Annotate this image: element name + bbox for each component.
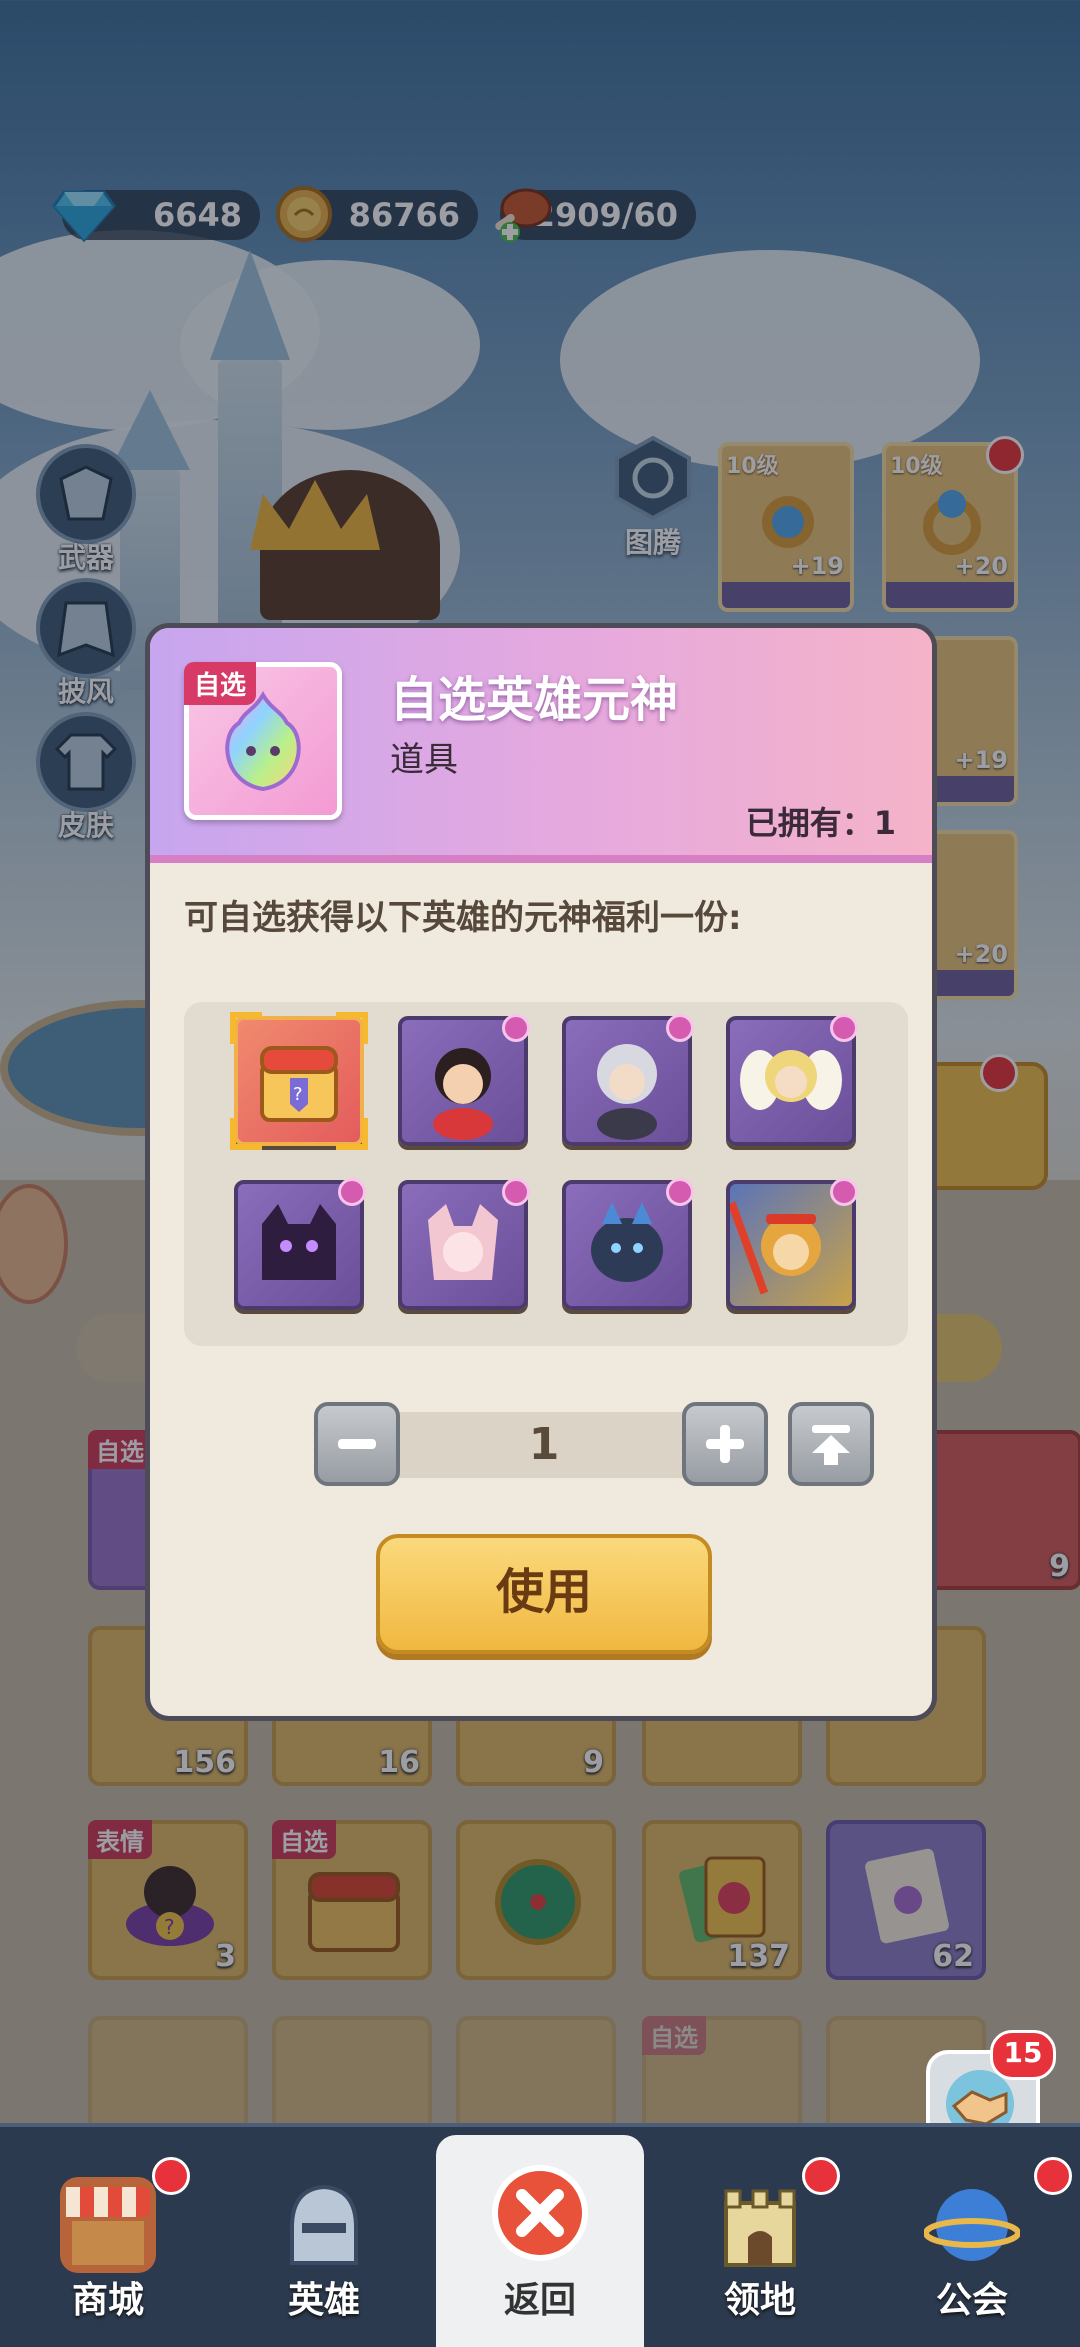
reward-description: 可自选获得以下英雄的元神福利一份:: [184, 898, 742, 938]
quantity-value: 1: [528, 1419, 560, 1470]
notification-dot: [1034, 2157, 1072, 2195]
plus-icon: [706, 1425, 744, 1463]
hero-choice-silver-hair[interactable]: [562, 1014, 694, 1146]
notification-dot: [152, 2157, 190, 2195]
hero-choice-grid: ?: [184, 1002, 908, 1346]
nav-territory[interactable]: 领地: [652, 2147, 868, 2347]
item-detail-modal: 自选 自选英雄元神 道具 已拥有：1 可自选获得以下英雄的元神福利一份: ? 1…: [145, 623, 937, 1721]
hero-choice-red-girl[interactable]: [398, 1014, 530, 1146]
hero-choice-angel[interactable]: [726, 1014, 858, 1146]
item-title: 自选英雄元神: [390, 672, 679, 728]
bottom-navigation: 商城 英雄 返回 领地 公会: [0, 2123, 1080, 2347]
hero-choice-monkey-king[interactable]: [726, 1178, 858, 1310]
hero-choice-shadow-cat[interactable]: [234, 1178, 366, 1310]
close-icon: [492, 2165, 588, 2261]
chat-badge: 15: [990, 2030, 1056, 2080]
shop-icon: [60, 2177, 156, 2273]
nav-heroes[interactable]: 英雄: [216, 2147, 432, 2347]
hero-choice-pink-fox[interactable]: [398, 1178, 530, 1310]
nav-guild-label: 公会: [935, 2280, 1008, 2321]
nav-shop-label: 商城: [71, 2280, 144, 2321]
item-type: 道具: [390, 740, 458, 780]
modal-header: 自选 自选英雄元神 道具 已拥有：1: [150, 628, 932, 863]
arrow-to-top-icon: [812, 1425, 850, 1465]
svg-text:?: ?: [293, 1084, 303, 1105]
minus-icon: [338, 1439, 376, 1449]
hero-choice-mystery-chest[interactable]: ?: [230, 1012, 368, 1150]
max-button[interactable]: [788, 1402, 874, 1486]
hero-choice-dark-dragon[interactable]: [562, 1178, 694, 1310]
increase-button[interactable]: [682, 1402, 768, 1486]
globe-icon: [923, 2177, 1021, 2273]
notification-dot: [802, 2157, 840, 2195]
decrease-button[interactable]: [314, 1402, 400, 1486]
nav-back-label: 返回: [503, 2280, 576, 2321]
nav-back[interactable]: 返回: [436, 2135, 644, 2347]
use-button[interactable]: 使用: [376, 1534, 712, 1654]
quantity-field: 1: [374, 1412, 714, 1478]
nav-heroes-label: 英雄: [287, 2280, 360, 2321]
owned-count: 已拥有：1: [745, 804, 896, 842]
castle-icon: [712, 2177, 808, 2273]
item-thumbnail: 自选: [184, 662, 342, 820]
hero-soul-icon: [225, 690, 301, 792]
nav-guild[interactable]: 公会: [864, 2147, 1080, 2347]
nav-territory-label: 领地: [723, 2280, 796, 2321]
knight-helmet-icon: [276, 2177, 372, 2273]
nav-shop[interactable]: 商城: [0, 2147, 216, 2347]
quantity-stepper: 1: [314, 1398, 874, 1486]
